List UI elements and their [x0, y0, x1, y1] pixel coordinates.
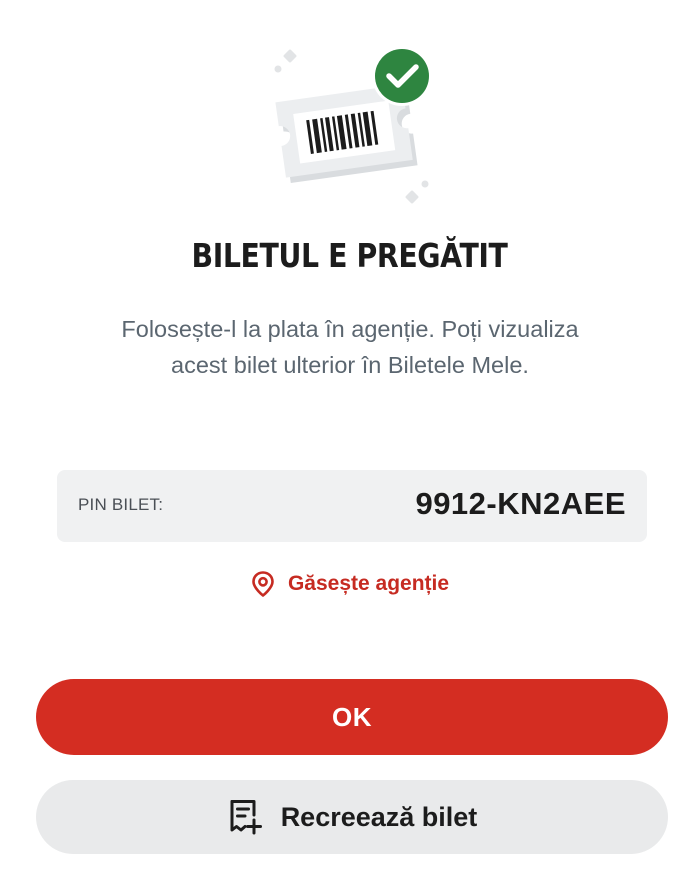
sparkle-icon	[405, 190, 419, 204]
recreate-ticket-button[interactable]: Recreează bilet	[36, 780, 668, 854]
pin-label: PIN BILET:	[78, 495, 164, 514]
subtitle-line: acest bilet ulterior în Biletele Mele.	[171, 352, 529, 378]
ok-button-label: OK	[332, 701, 372, 732]
subtitle-line: Folosește-l la plata în agenție. Poți vi…	[121, 316, 579, 342]
check-badge-icon	[375, 49, 429, 103]
location-pin-icon	[252, 571, 274, 597]
pin-box: PIN BILET: 9912-KN2AEE	[57, 470, 647, 542]
recreate-ticket-label: Recreează bilet	[280, 801, 478, 832]
find-agency-label: Găsește agenție	[287, 572, 450, 595]
page-title: BILETUL E PREGĂTIT	[191, 236, 508, 275]
receipt-add-icon	[230, 800, 262, 835]
page-subtitle: Folosește-l la plata în agenție. Poți vi…	[70, 311, 630, 383]
pin-value: 9912-KN2AEE	[415, 486, 626, 521]
ok-button[interactable]: OK	[36, 679, 668, 755]
sparkle-dot-icon	[274, 65, 282, 73]
sparkle-dot-icon	[421, 180, 429, 188]
ticket-illustration	[262, 40, 442, 210]
find-agency-link[interactable]: Găsește agenție	[0, 570, 699, 598]
ticket-barcode-icon	[274, 46, 432, 204]
sparkle-icon	[283, 49, 297, 63]
